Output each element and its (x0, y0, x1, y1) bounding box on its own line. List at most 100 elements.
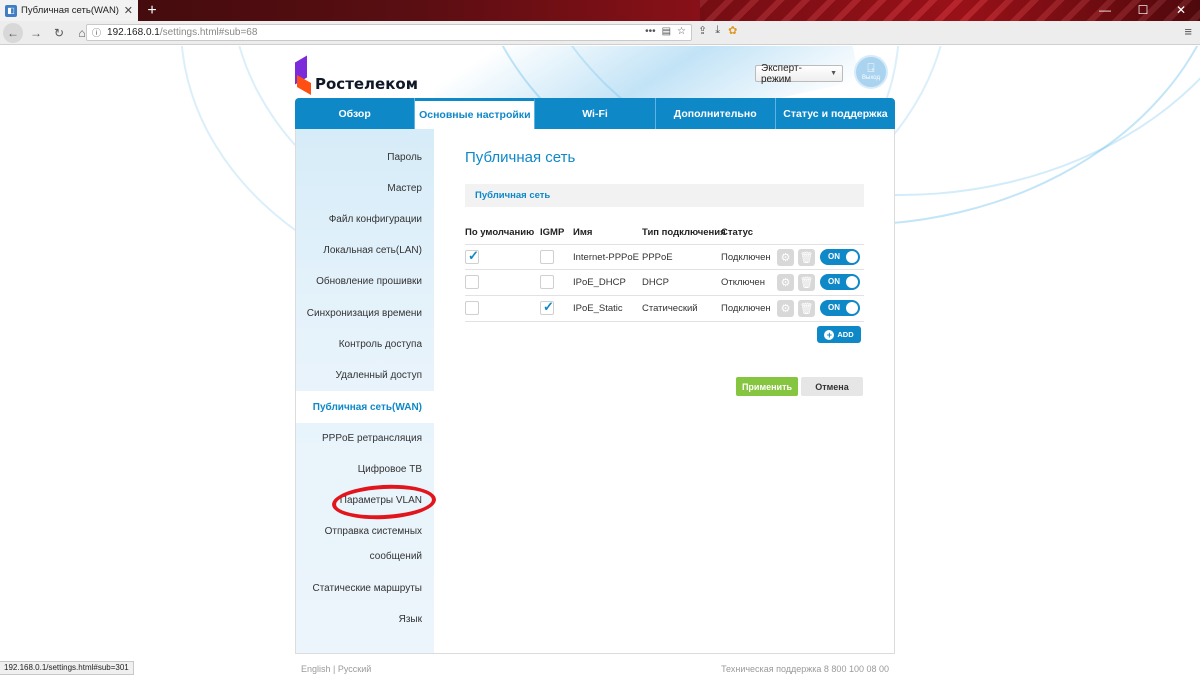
gear-icon[interactable]: ⚙ (777, 249, 794, 266)
cancel-button[interactable]: Отмена (801, 377, 863, 396)
gear-icon[interactable]: ⚙ (777, 300, 794, 317)
settings-panel: Пароль Мастер Файл конфигурации Локальна… (295, 129, 895, 654)
sidebar-item-firmware[interactable]: Обновление прошивки (292, 276, 422, 287)
connection-toggle[interactable]: ON (820, 274, 860, 290)
add-connection-button[interactable]: + ADD (817, 326, 861, 343)
lang-english-link[interactable]: English (301, 664, 331, 674)
page-actions-icon[interactable]: ••• (645, 26, 656, 37)
browser-tab-bar: ◧ Публичная сеть(WAN) ✕ + — ☐ ✕ (0, 0, 1200, 21)
connection-toggle[interactable]: ON (820, 300, 860, 316)
hamburger-menu-icon[interactable]: ≡ (1184, 24, 1192, 39)
browser-toolbar: ← → ↻ ⌂ ⓘ 192.168.0.1/settings.html#sub=… (0, 21, 1200, 45)
sidebar-item-syslog[interactable]: Отправка системных (292, 526, 422, 537)
arrow-left-icon: ← (7, 25, 19, 40)
forward-button[interactable]: → (26, 23, 46, 43)
lang-russian-link[interactable]: Русский (338, 664, 371, 674)
igmp-checkbox[interactable] (540, 250, 554, 264)
url-text: 192.168.0.1/settings.html#sub=68 (107, 27, 257, 38)
minimize-icon[interactable]: — (1086, 0, 1124, 21)
toggle-knob (846, 276, 858, 288)
exit-button[interactable]: ⍈ Выход (854, 55, 888, 89)
sidebar-item-config-file[interactable]: Файл конфигурации (292, 214, 422, 225)
exit-label: Выход (862, 75, 880, 81)
connection-toggle[interactable]: ON (820, 249, 860, 265)
igmp-checkbox[interactable] (540, 275, 554, 289)
apply-button[interactable]: Применить (736, 377, 798, 396)
sidebar-item-remote-access[interactable]: Удаленный доступ (292, 370, 422, 381)
connection-status: Отключен (721, 277, 765, 288)
chevron-down-icon: ▼ (830, 70, 837, 77)
table-row: ✓ IPoE_Static Статический Подключен ⚙ 🗑 … (465, 296, 864, 322)
tab-title: Публичная сеть(WAN) (21, 5, 119, 16)
extension-icon[interactable]: ✿ (728, 24, 737, 37)
back-button[interactable]: ← (3, 22, 23, 43)
close-window-icon[interactable]: ✕ (1162, 0, 1200, 21)
column-default: По умолчанию (465, 227, 535, 238)
trash-icon[interactable]: 🗑 (798, 300, 815, 317)
sidebar-item-static-routes[interactable]: Статические маршруты (292, 583, 422, 594)
column-igmp: IGMP (540, 227, 565, 238)
sidebar-item-digital-tv[interactable]: Цифровое ТВ (292, 464, 422, 475)
reload-button[interactable]: ↻ (49, 23, 69, 43)
sidebar-item-syslog-line2[interactable]: сообщений (292, 551, 422, 562)
sidebar: Пароль Мастер Файл конфигурации Локальна… (296, 129, 437, 653)
page-favicon-icon: ◧ (5, 4, 17, 17)
toggle-label: ON (828, 252, 840, 261)
connection-type: DHCP (642, 277, 669, 288)
browser-tools: ⇪ ⤓ ✿ (698, 24, 737, 37)
mode-select[interactable]: Эксперт-режим ▼ (755, 62, 843, 85)
bookmark-star-icon[interactable]: ☆ (677, 26, 686, 37)
connection-status: Подключен (721, 303, 771, 314)
sidebar-item-pppoe-relay[interactable]: PPPoE ретрансляция (292, 433, 422, 444)
mode-select-value: Эксперт-режим (761, 62, 802, 85)
connection-type: Статический (642, 303, 698, 314)
tab-status-support[interactable]: Статус и поддержка (775, 98, 896, 129)
tab-overview[interactable]: Обзор (295, 98, 416, 129)
igmp-checkbox[interactable]: ✓ (540, 299, 554, 315)
window-controls: — ☐ ✕ (1086, 0, 1200, 21)
language-switcher: English | Русский (301, 664, 371, 674)
toggle-knob (846, 251, 858, 263)
gear-icon[interactable]: ⚙ (777, 274, 794, 291)
trash-icon[interactable]: 🗑 (798, 249, 815, 266)
close-tab-icon[interactable]: ✕ (124, 4, 133, 17)
download-icon[interactable]: ⤓ (715, 24, 720, 37)
sidebar-item-wan[interactable]: Публичная сеть(WAN) (292, 402, 422, 413)
section-label: Публичная сеть (475, 190, 551, 201)
sidebar-item-lan[interactable]: Локальная сеть(LAN) (292, 245, 422, 256)
page-title: Публичная сеть (465, 149, 576, 166)
connection-status: Подключен (721, 252, 771, 263)
default-checkbox[interactable] (465, 301, 479, 315)
trash-icon[interactable]: 🗑 (798, 274, 815, 291)
site-info-icon[interactable]: ⓘ (92, 26, 101, 39)
section-header: Публичная сеть (465, 184, 864, 207)
tab-wifi[interactable]: Wi-Fi (535, 98, 656, 129)
sidebar-item-time-sync[interactable]: Синхронизация времени (292, 308, 422, 319)
connection-name: IPoE_Static (573, 303, 623, 314)
table-row: IPoE_DHCP DHCP Отключен ⚙ 🗑 ON (465, 270, 864, 296)
sidebar-item-password[interactable]: Пароль (292, 152, 422, 163)
door-exit-icon: ⍈ (867, 61, 875, 75)
address-bar[interactable]: ⓘ 192.168.0.1/settings.html#sub=68 ••• ▤… (86, 24, 692, 41)
default-checkbox[interactable] (465, 275, 479, 289)
support-phone: Техническая поддержка 8 800 100 08 00 (721, 664, 889, 674)
default-checkbox[interactable]: ✓ (465, 248, 479, 264)
connection-type: PPPoE (642, 252, 673, 263)
address-bar-actions: ••• ▤ ☆ (645, 26, 686, 37)
browser-status-url: 192.168.0.1/settings.html#sub=301 (0, 661, 134, 675)
connection-name: Internet-PPPoE (573, 252, 640, 263)
column-status: Статус (721, 227, 754, 238)
maximize-icon[interactable]: ☐ (1124, 0, 1162, 21)
toggle-label: ON (828, 303, 840, 312)
reader-view-icon[interactable]: ▤ (662, 26, 671, 37)
tab-basic-settings[interactable]: Основные настройки (415, 98, 536, 129)
share-icon[interactable]: ⇪ (698, 24, 707, 37)
browser-tab[interactable]: ◧ Публичная сеть(WAN) ✕ (0, 0, 138, 21)
new-tab-button[interactable]: + (144, 0, 160, 21)
tab-advanced[interactable]: Дополнительно (655, 98, 776, 129)
sidebar-item-wizard[interactable]: Мастер (292, 183, 422, 194)
table-row: ✓ Internet-PPPoE PPPoE Подключен ⚙ 🗑 ON (465, 244, 864, 270)
sidebar-item-language[interactable]: Язык (292, 614, 422, 625)
sidebar-item-access-control[interactable]: Контроль доступа (292, 339, 422, 350)
toggle-label: ON (828, 277, 840, 286)
